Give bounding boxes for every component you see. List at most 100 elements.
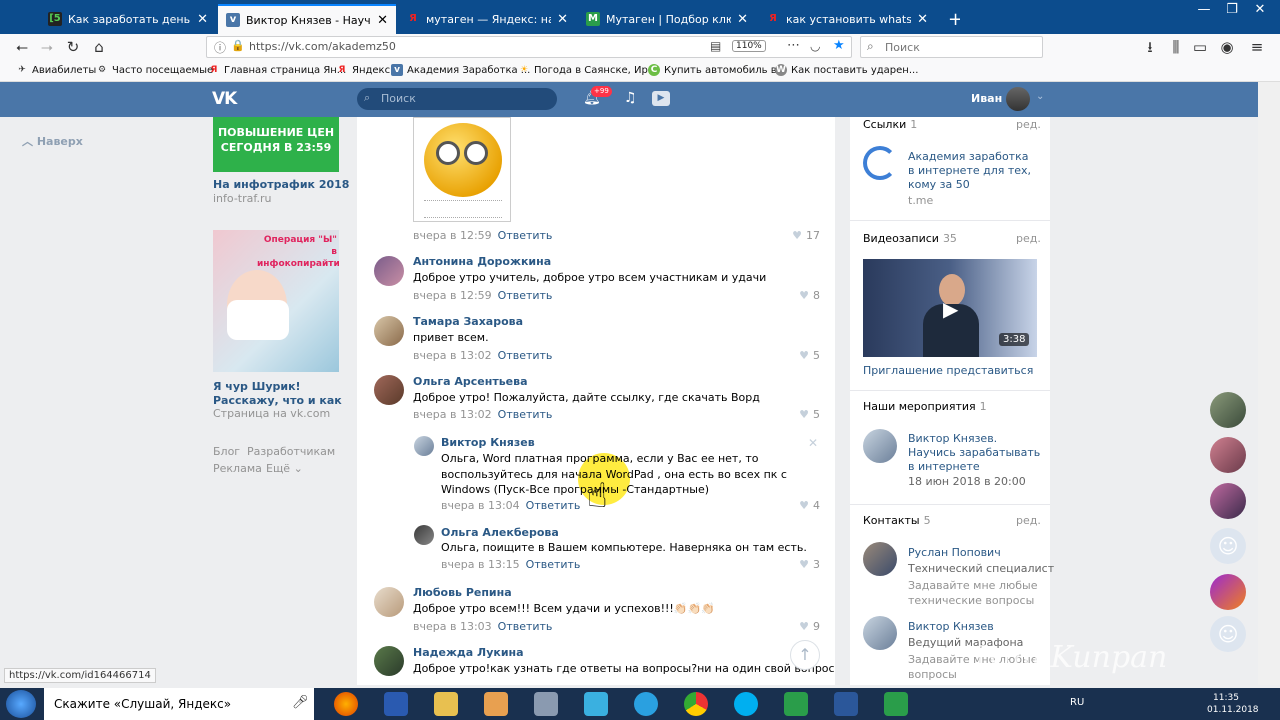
- video-title-link[interactable]: Приглашение представиться: [863, 364, 1033, 378]
- links-edit-link[interactable]: ред.: [1016, 118, 1041, 131]
- music-icon[interactable]: ♫: [624, 90, 637, 106]
- telegram-icon[interactable]: [634, 692, 658, 716]
- ad-title[interactable]: На инфотрафик 2018: [213, 178, 349, 191]
- avatar[interactable]: [1006, 87, 1030, 111]
- mic-icon[interactable]: 🎤︎: [292, 695, 309, 710]
- avatar[interactable]: [414, 436, 434, 456]
- start-button[interactable]: [6, 690, 36, 718]
- sidebar-icon[interactable]: ▭: [1190, 38, 1210, 56]
- ad-banner-1[interactable]: ПОВЫШЕНИЕ ЦЕН СЕГОДНЯ В 23:59: [213, 117, 339, 172]
- like-button[interactable]: ♥ 4: [780, 499, 820, 512]
- avatar[interactable]: [414, 525, 434, 545]
- play-icon[interactable]: ▶: [943, 297, 958, 321]
- close-icon[interactable]: ✕: [557, 12, 568, 27]
- like-button[interactable]: ♥ 3: [780, 558, 820, 571]
- tab-vk-active[interactable]: v Виктор Князев - Научитесь зарабатывать…: [218, 4, 396, 34]
- avatar[interactable]: [863, 616, 897, 650]
- avatar[interactable]: [374, 316, 404, 346]
- contact-name[interactable]: Виктор Князев: [908, 620, 994, 634]
- reload-icon[interactable]: ↻: [63, 38, 83, 56]
- bird-icon[interactable]: [584, 692, 608, 716]
- chevron-down-icon[interactable]: ⌄: [1036, 91, 1044, 102]
- folder-icon[interactable]: [434, 692, 458, 716]
- menu-icon[interactable]: ≡: [1247, 38, 1267, 56]
- close-window-icon[interactable]: ✕: [1246, 0, 1274, 20]
- calculator-icon[interactable]: [534, 692, 558, 716]
- chat-avatar[interactable]: [1210, 483, 1246, 519]
- minimize-icon[interactable]: —: [1190, 0, 1218, 20]
- avatar[interactable]: [374, 256, 404, 286]
- tab-mutagen[interactable]: M Мутаген | Подбор ключей ✕: [578, 4, 756, 34]
- comment-author[interactable]: Любовь Репина: [413, 586, 512, 599]
- like-button[interactable]: ♥ 8: [780, 289, 820, 302]
- avatar[interactable]: [374, 646, 404, 676]
- avatar[interactable]: [374, 375, 404, 405]
- bookmark-item[interactable]: v Академия Заработка ...: [391, 64, 530, 76]
- avatar[interactable]: [863, 542, 897, 576]
- comment-author[interactable]: Тамара Захарова: [413, 315, 523, 328]
- zoom-level[interactable]: 110%: [732, 40, 766, 52]
- tab-yandex-mutagen[interactable]: Я мутаген — Яндекс: нашлось ✕: [398, 4, 576, 34]
- back-to-top-link[interactable]: ︿ Наверх: [22, 133, 83, 149]
- vk-logo-icon[interactable]: VK: [212, 89, 237, 109]
- footer-ads-link[interactable]: Реклама: [213, 462, 262, 475]
- avatar[interactable]: [374, 587, 404, 617]
- comment-author[interactable]: Антонина Дорожкина: [413, 255, 551, 268]
- bookmark-star-icon[interactable]: ★: [833, 38, 845, 53]
- tab-whatsapp[interactable]: Я как установить whatsapp на телефон ✕: [758, 4, 936, 34]
- video-icon[interactable]: ▶: [652, 91, 670, 106]
- ad-title[interactable]: Я чур Шурик! Расскажу, что и как: [213, 380, 343, 408]
- reader-icon[interactable]: ▤: [710, 39, 721, 53]
- bookmark-item[interactable]: Я Яндекс: [336, 64, 391, 76]
- library-icon[interactable]: ⫼: [1166, 38, 1186, 56]
- footer-blog-link[interactable]: Блог: [213, 445, 240, 458]
- scroll-to-top-button[interactable]: ↑: [790, 640, 820, 670]
- chat-avatar-placeholder-icon[interactable]: ☺: [1210, 616, 1246, 652]
- reply-link[interactable]: Ответить: [498, 289, 553, 302]
- vk-search-input[interactable]: ⌕ Поиск: [357, 88, 557, 110]
- reply-link[interactable]: Ответить: [498, 620, 553, 633]
- save-icon[interactable]: [384, 692, 408, 716]
- back-icon[interactable]: ⭠: [12, 38, 32, 56]
- more-icon[interactable]: ⋯: [787, 38, 800, 53]
- maximize-icon[interactable]: ❐: [1218, 0, 1246, 20]
- ad-banner-2[interactable]: Операция "Ы" в инфокопирайтинге: [213, 230, 339, 372]
- chat-avatar[interactable]: [1210, 392, 1246, 428]
- close-icon[interactable]: ✕: [917, 12, 928, 27]
- reply-link[interactable]: Ответить: [526, 558, 581, 571]
- footer-dev-link[interactable]: Разработчикам: [247, 445, 335, 458]
- bookmark-item[interactable]: ⚙ Часто посещаемые: [96, 64, 213, 76]
- tab-earn-money[interactable]: [5 Как заработать деньги в Интернете ✕: [40, 4, 216, 34]
- reply-link[interactable]: Ответить: [526, 499, 581, 512]
- like-button[interactable]: ♥ 5: [780, 349, 820, 362]
- avatar[interactable]: [863, 429, 897, 463]
- media-icon[interactable]: [484, 692, 508, 716]
- clock[interactable]: 11:35 01.11.2018: [1207, 692, 1259, 716]
- downloads-icon[interactable]: ⭳: [1140, 38, 1160, 56]
- taskbar-search[interactable]: Скажите «Слушай, Яндекс» 🎤︎: [44, 688, 314, 720]
- chat-avatar-placeholder-icon[interactable]: ☺: [1210, 528, 1246, 564]
- footer-more-link[interactable]: Ещё ⌄: [266, 462, 303, 475]
- new-tab-button[interactable]: +: [940, 4, 960, 34]
- like-button[interactable]: ♥ 5: [780, 408, 820, 421]
- word-icon[interactable]: [834, 692, 858, 716]
- academy-logo-icon[interactable]: [863, 146, 897, 180]
- url-text[interactable]: https://vk.com/akademz50: [249, 40, 396, 53]
- info-icon[interactable]: ⓘ: [214, 39, 226, 56]
- reply-link[interactable]: Ответить: [498, 349, 553, 362]
- bookmark-item[interactable]: C Купить автомобиль в...: [648, 64, 786, 76]
- close-icon[interactable]: ✕: [377, 13, 388, 28]
- home-icon[interactable]: ⌂: [89, 38, 109, 56]
- mutagen-icon[interactable]: [784, 692, 808, 716]
- delete-icon[interactable]: ✕: [808, 436, 818, 450]
- contacts-edit-link[interactable]: ред.: [1016, 514, 1041, 527]
- comment-author[interactable]: Надежда Лукина: [413, 646, 524, 659]
- close-icon[interactable]: ✕: [197, 12, 208, 27]
- event-link[interactable]: Виктор Князев. Научись зарабатывать в ин…: [908, 432, 1043, 474]
- like-button[interactable]: ♥ 17: [780, 229, 820, 242]
- close-icon[interactable]: ✕: [737, 12, 748, 27]
- account-icon[interactable]: ◉: [1217, 38, 1237, 56]
- scrollbar[interactable]: [1258, 82, 1280, 685]
- skype-icon[interactable]: [734, 692, 758, 716]
- app-icon[interactable]: [884, 692, 908, 716]
